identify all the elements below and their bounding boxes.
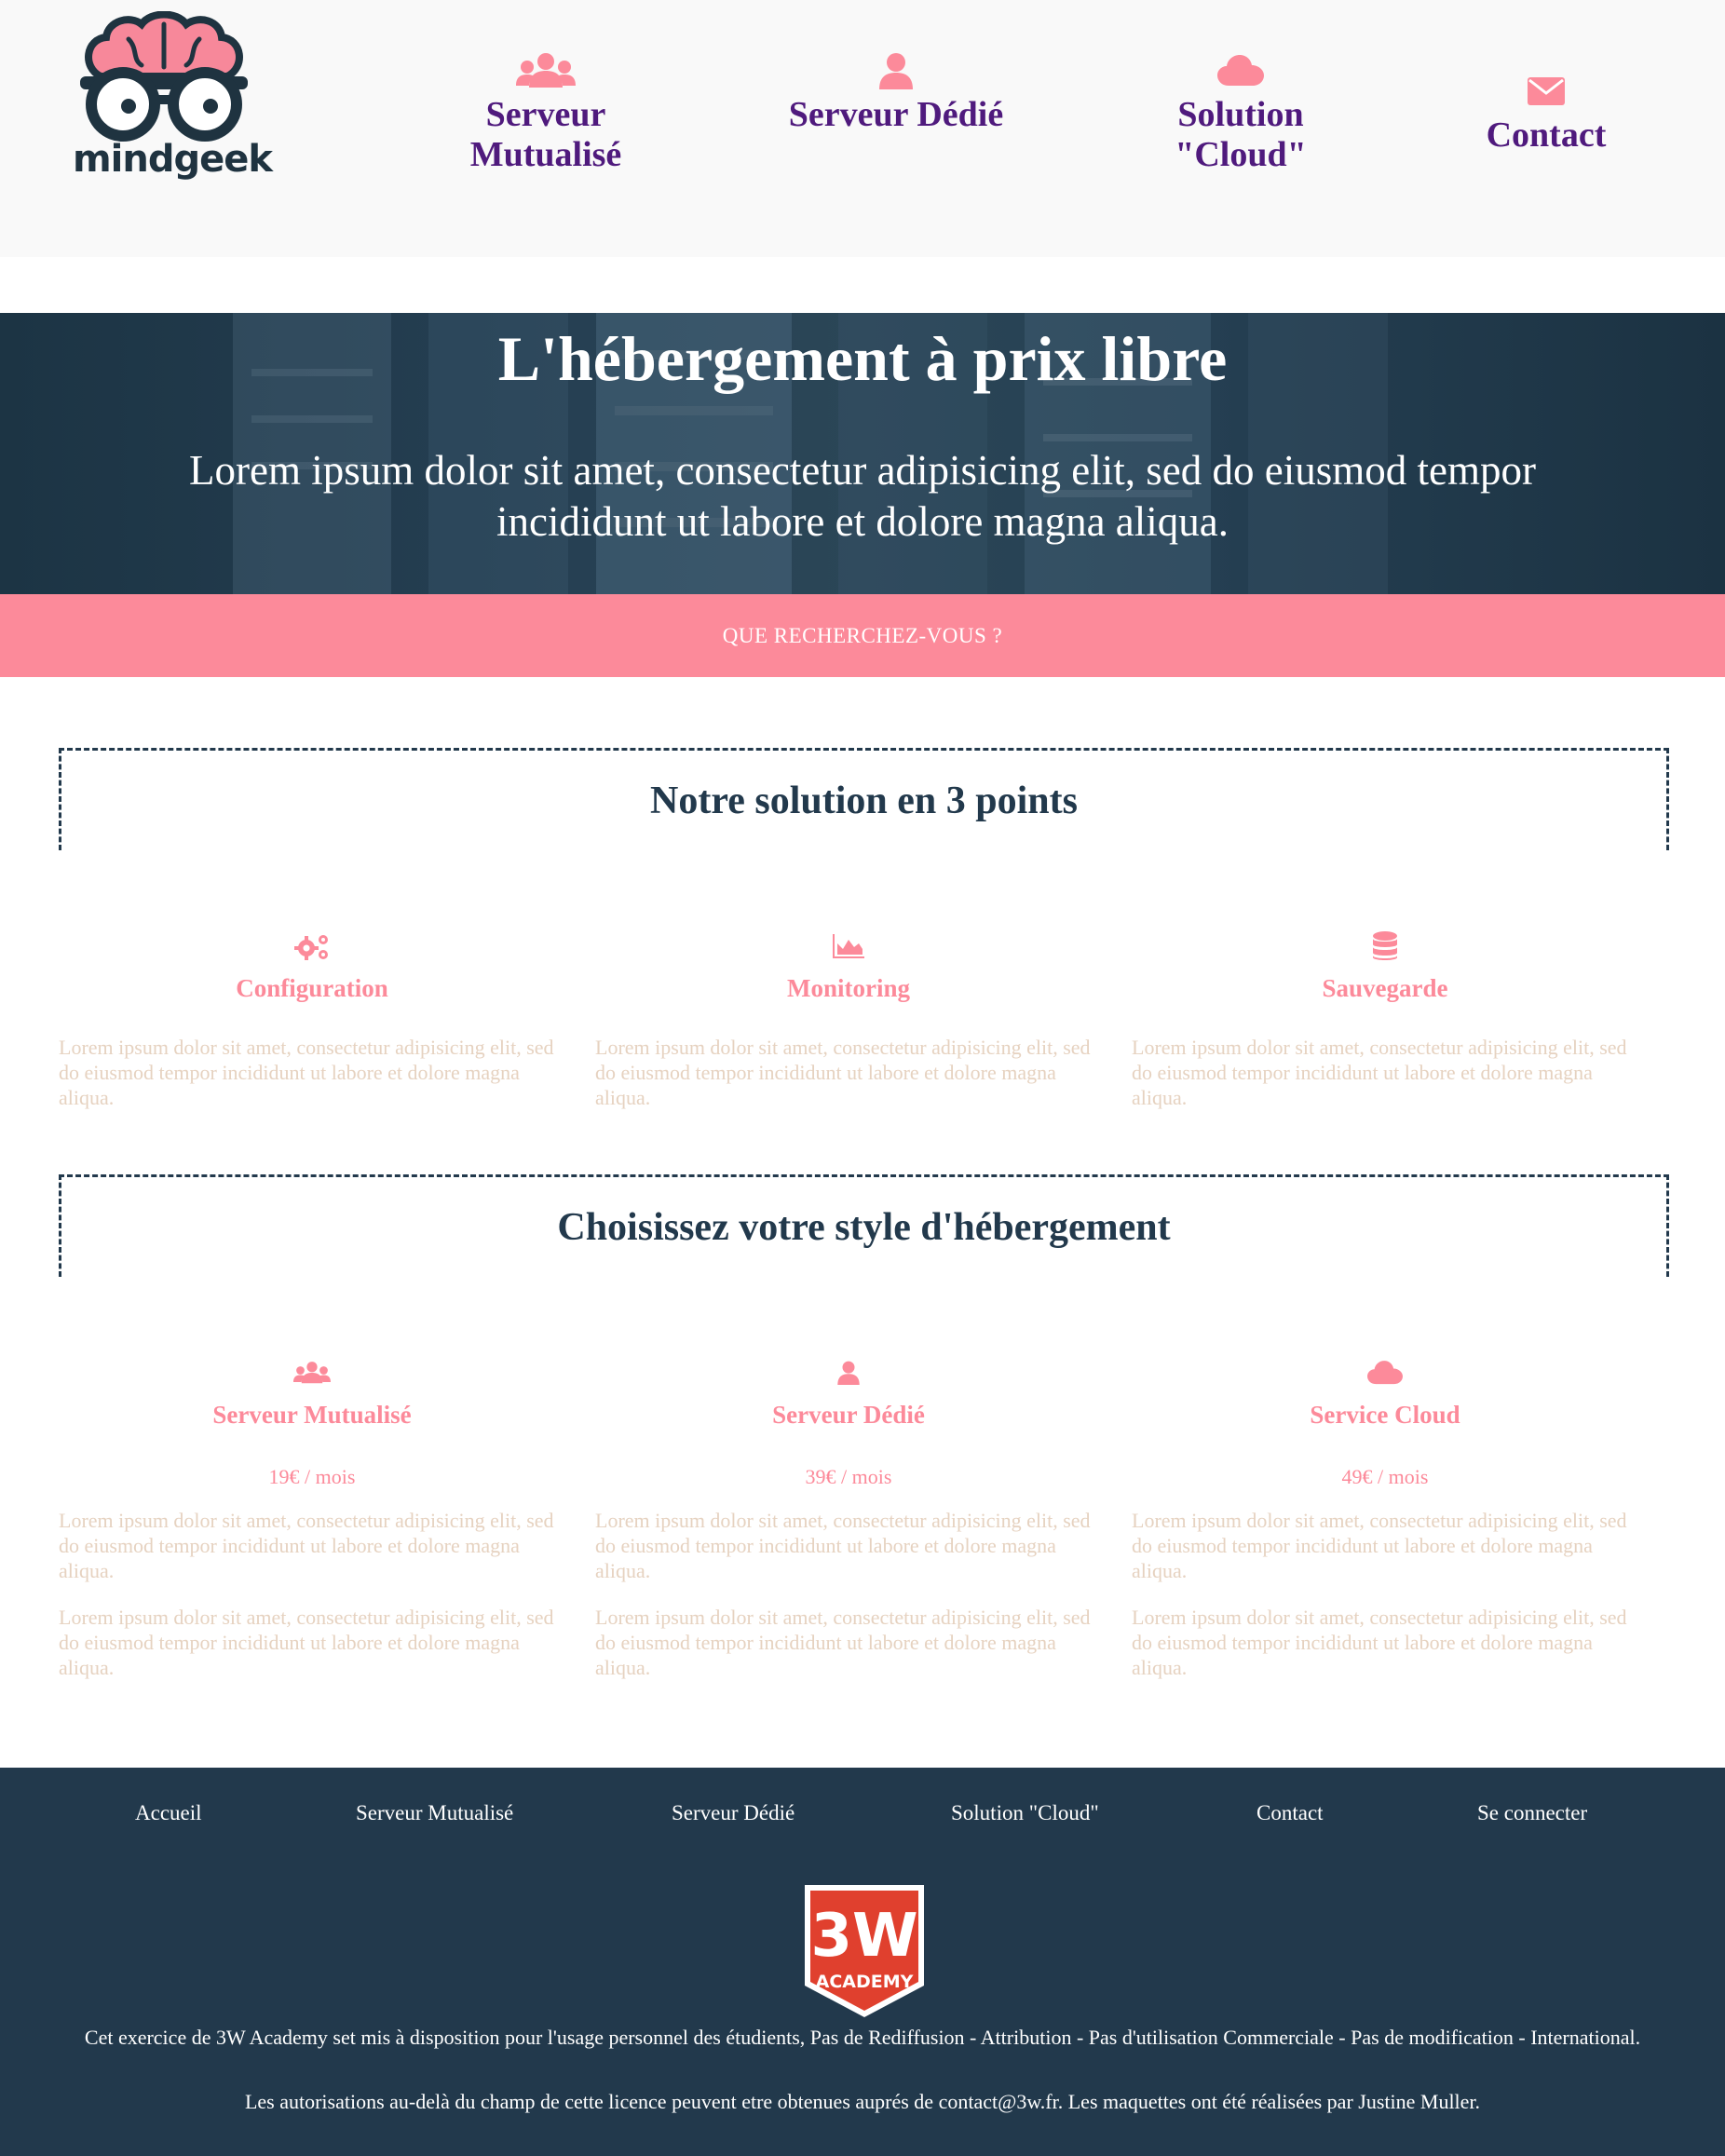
envelope-icon <box>1425 73 1667 114</box>
users-icon <box>59 1358 565 1391</box>
footer-license-text: Cet exercice de 3W Academy set mis à dis… <box>84 2026 1641 2049</box>
section-title: Choisissez votre style d'hébergement <box>557 1206 1171 1249</box>
nav-contact[interactable]: Contact <box>1425 73 1667 156</box>
site-header: mindgeek Serveur Mutualisé Serveur Dédié… <box>0 0 1725 257</box>
feature-text: Lorem ipsum dolor sit amet, consectetur … <box>595 1036 1091 1109</box>
plan-text: Lorem ipsum dolor sit amet, consectetur … <box>59 1509 554 1582</box>
plan-serveur-dedie[interactable]: Serveur Dédié 39€ / mois Lorem ipsum dol… <box>595 1358 1102 1680</box>
site-footer: Accueil Serveur Mutualisé Serveur Dédié … <box>0 1768 1725 2156</box>
badge-3w-text: 3W <box>810 1902 917 1971</box>
footer-link-serveur-mutualise[interactable]: Serveur Mutualisé <box>356 1801 513 1825</box>
footer-link-solution-cloud[interactable]: Solution "Cloud" <box>951 1801 1099 1825</box>
cloud-icon <box>1132 1358 1638 1391</box>
footer-link-contact[interactable]: Contact <box>1256 1801 1324 1825</box>
area-chart-icon <box>595 931 1102 965</box>
plan-serveur-mutualise[interactable]: Serveur Mutualisé 19€ / mois Lorem ipsum… <box>59 1358 565 1680</box>
user-icon <box>775 52 1017 93</box>
plan-text: Lorem ipsum dolor sit amet, consectetur … <box>1132 1606 1627 1679</box>
academy-shield-logo[interactable]: 3W ACADEMY <box>803 1883 926 2019</box>
hosting-section-header: Choisissez votre style d'hébergement <box>59 1174 1669 1277</box>
hero-banner: L'hébergement à prix libre Lorem ipsum d… <box>0 313 1725 594</box>
feature-monitoring: Monitoring Lorem ipsum dolor sit amet, c… <box>595 931 1102 1110</box>
nav-label: Serveur Mutualisé <box>469 95 622 174</box>
footer-permissions-text: Les autorisations au-delà du champ de ce… <box>244 2090 1481 2113</box>
database-icon <box>1132 931 1638 965</box>
cta-label: QUE RECHERCHEZ-VOUS ? <box>722 623 1003 647</box>
nav-label: Serveur Dédié <box>788 95 1004 134</box>
plan-text: Lorem ipsum dolor sit amet, consectetur … <box>595 1509 1091 1582</box>
plan-title: Serveur Dédié <box>772 1401 925 1429</box>
brand-logo[interactable]: mindgeek <box>73 10 273 188</box>
brain-glasses-icon <box>80 10 248 142</box>
hero-subtitle: Lorem ipsum dolor sit amet, consectetur … <box>189 447 1536 545</box>
nav-label: Solution "Cloud" <box>1175 95 1307 174</box>
footer-link-se-connecter[interactable]: Se connecter <box>1477 1801 1587 1825</box>
feature-configuration: Configuration Lorem ipsum dolor sit amet… <box>59 931 565 1110</box>
gears-icon <box>59 931 565 965</box>
plan-price: 49€ / mois <box>1341 1465 1429 1488</box>
feature-text: Lorem ipsum dolor sit amet, consectetur … <box>59 1036 554 1109</box>
hero-title: L'hébergement à prix libre <box>497 323 1228 394</box>
users-icon <box>425 52 667 93</box>
feature-title: Sauvegarde <box>1322 974 1448 1002</box>
plan-service-cloud[interactable]: Service Cloud 49€ / mois Lorem ipsum dol… <box>1132 1358 1638 1680</box>
feature-sauvegarde: Sauvegarde Lorem ipsum dolor sit amet, c… <box>1132 931 1638 1110</box>
nav-serveur-mutualise[interactable]: Serveur Mutualisé <box>425 52 667 175</box>
plan-text: Lorem ipsum dolor sit amet, consectetur … <box>1132 1509 1627 1582</box>
plan-price: 39€ / mois <box>805 1465 892 1488</box>
feature-text: Lorem ipsum dolor sit amet, consectetur … <box>1132 1036 1627 1109</box>
plan-price: 19€ / mois <box>268 1465 356 1488</box>
plan-text: Lorem ipsum dolor sit amet, consectetur … <box>595 1606 1091 1679</box>
logo-wordmark: mindgeek <box>73 138 273 181</box>
search-cta-bar[interactable]: QUE RECHERCHEZ-VOUS ? <box>0 594 1725 677</box>
plan-text: Lorem ipsum dolor sit amet, consectetur … <box>59 1606 554 1679</box>
cloud-icon <box>1120 52 1362 93</box>
feature-title: Configuration <box>236 974 388 1002</box>
nav-label: Contact <box>1486 115 1607 155</box>
nav-serveur-dedie[interactable]: Serveur Dédié <box>775 52 1017 135</box>
nav-solution-cloud[interactable]: Solution "Cloud" <box>1120 52 1362 175</box>
section-title: Notre solution en 3 points <box>650 780 1078 822</box>
footer-link-accueil[interactable]: Accueil <box>135 1801 202 1825</box>
plan-title: Serveur Mutualisé <box>212 1401 412 1429</box>
badge-academy-text: ACADEMY <box>816 1972 914 1992</box>
user-icon <box>595 1358 1102 1391</box>
plan-title: Service Cloud <box>1310 1401 1460 1429</box>
footer-link-serveur-dedie[interactable]: Serveur Dédié <box>672 1801 795 1825</box>
solution-section-header: Notre solution en 3 points <box>59 748 1669 850</box>
feature-title: Monitoring <box>787 974 910 1002</box>
